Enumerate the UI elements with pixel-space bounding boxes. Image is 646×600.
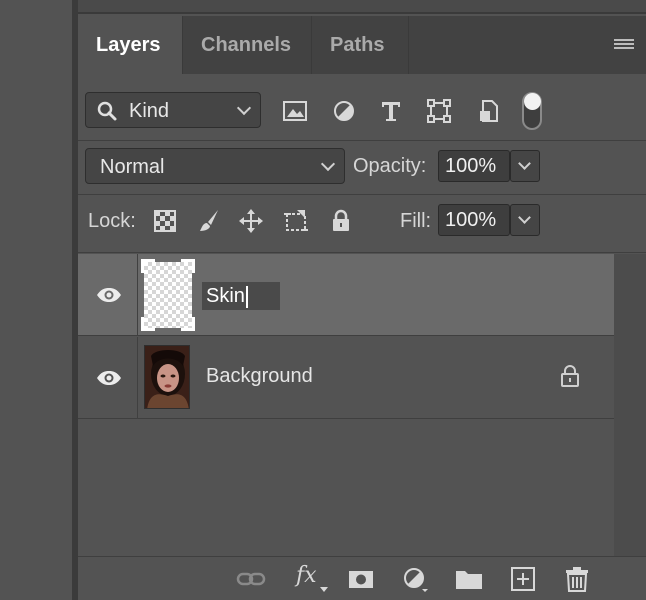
filter-kind-select[interactable]: Kind	[85, 92, 261, 128]
fill-dropdown[interactable]	[510, 204, 540, 236]
selection-bracket	[141, 259, 155, 273]
blend-row: Normal Opacity: 100%	[78, 144, 646, 192]
lock-row: Lock: Fill: 100%	[78, 196, 646, 248]
add-mask-icon[interactable]	[346, 565, 376, 593]
new-adjustment-layer-icon[interactable]	[400, 565, 430, 593]
layer-name: Background	[206, 365, 313, 387]
lock-all-icon[interactable]	[328, 208, 354, 234]
tab-channels[interactable]: Channels	[183, 16, 311, 74]
left-panel-area	[0, 0, 72, 600]
background-thumbnail[interactable]	[144, 345, 190, 409]
lock-position-icon[interactable]	[238, 208, 264, 234]
divider	[78, 252, 646, 253]
chevron-down-icon	[320, 156, 336, 172]
fx-icon[interactable]: fx	[296, 563, 317, 588]
fill-label: Fill:	[400, 210, 432, 232]
opacity-input[interactable]: 100%	[438, 150, 510, 182]
fill-input[interactable]: 100%	[438, 204, 510, 236]
opacity-dropdown[interactable]	[510, 150, 540, 182]
layer-row-skin[interactable]: Skin	[78, 254, 614, 336]
layers-list: Skin Background	[78, 254, 614, 420]
shape-filter-icon[interactable]	[426, 98, 452, 124]
text-caret	[245, 285, 248, 308]
tab-separator	[408, 16, 409, 74]
filter-toggle[interactable]	[522, 92, 542, 130]
blend-mode-select[interactable]: Normal	[85, 148, 345, 184]
filter-kind-label: Kind	[129, 100, 170, 122]
lock-transparent-pixels-icon[interactable]	[152, 208, 178, 234]
eye-icon[interactable]	[96, 287, 122, 303]
search-icon	[97, 101, 117, 121]
layer-name-input[interactable]: Skin	[202, 282, 280, 310]
portrait-photo	[145, 346, 189, 408]
layer-filter-row: Kind	[78, 74, 646, 144]
layers-panel: Layers Channels Paths Kind Normal Opacit…	[78, 0, 646, 600]
chevron-down-icon	[518, 157, 531, 170]
layer-row-background[interactable]: Background	[78, 337, 614, 419]
divider	[78, 194, 646, 195]
new-group-icon[interactable]	[454, 565, 484, 593]
selection-bracket	[181, 259, 195, 273]
opacity-label: Opacity:	[353, 155, 427, 177]
smart-object-filter-icon[interactable]	[476, 98, 502, 124]
toggle-knob	[524, 93, 541, 110]
fx-dropdown-indicator-icon	[320, 587, 328, 592]
adjustment-filter-icon[interactable]	[331, 98, 357, 124]
blend-mode-label: Normal	[100, 156, 165, 178]
new-layer-icon[interactable]	[508, 565, 538, 593]
eye-icon[interactable]	[96, 370, 122, 386]
panel-menu-icon[interactable]	[614, 39, 634, 51]
panel-top-edge	[78, 0, 646, 14]
link-layers-icon[interactable]	[236, 565, 266, 593]
visibility-cell[interactable]	[78, 337, 138, 419]
divider	[78, 140, 646, 141]
chevron-down-icon	[236, 100, 252, 116]
selection-bracket	[141, 317, 155, 331]
layer-name-text: Skin	[206, 285, 245, 307]
layers-empty-area[interactable]	[78, 420, 614, 556]
layer-thumbnail[interactable]	[141, 259, 195, 331]
pixel-filter-icon[interactable]	[282, 98, 308, 124]
type-filter-icon[interactable]	[378, 98, 404, 124]
lock-artboard-icon[interactable]	[283, 208, 309, 234]
panel-tabs: Layers Channels Paths	[78, 16, 646, 74]
delete-layer-icon[interactable]	[562, 565, 592, 593]
layers-scrollbar[interactable]	[614, 254, 646, 556]
chevron-down-icon	[518, 211, 531, 224]
tab-paths[interactable]: Paths	[312, 16, 408, 74]
layer-lock-icon[interactable]	[560, 365, 580, 387]
visibility-cell[interactable]	[78, 254, 138, 336]
tab-layers[interactable]: Layers	[78, 16, 182, 74]
selection-bracket	[181, 317, 195, 331]
lock-image-pixels-icon[interactable]	[196, 208, 222, 234]
panel-footer: fx	[78, 556, 646, 600]
lock-label: Lock:	[88, 210, 136, 232]
